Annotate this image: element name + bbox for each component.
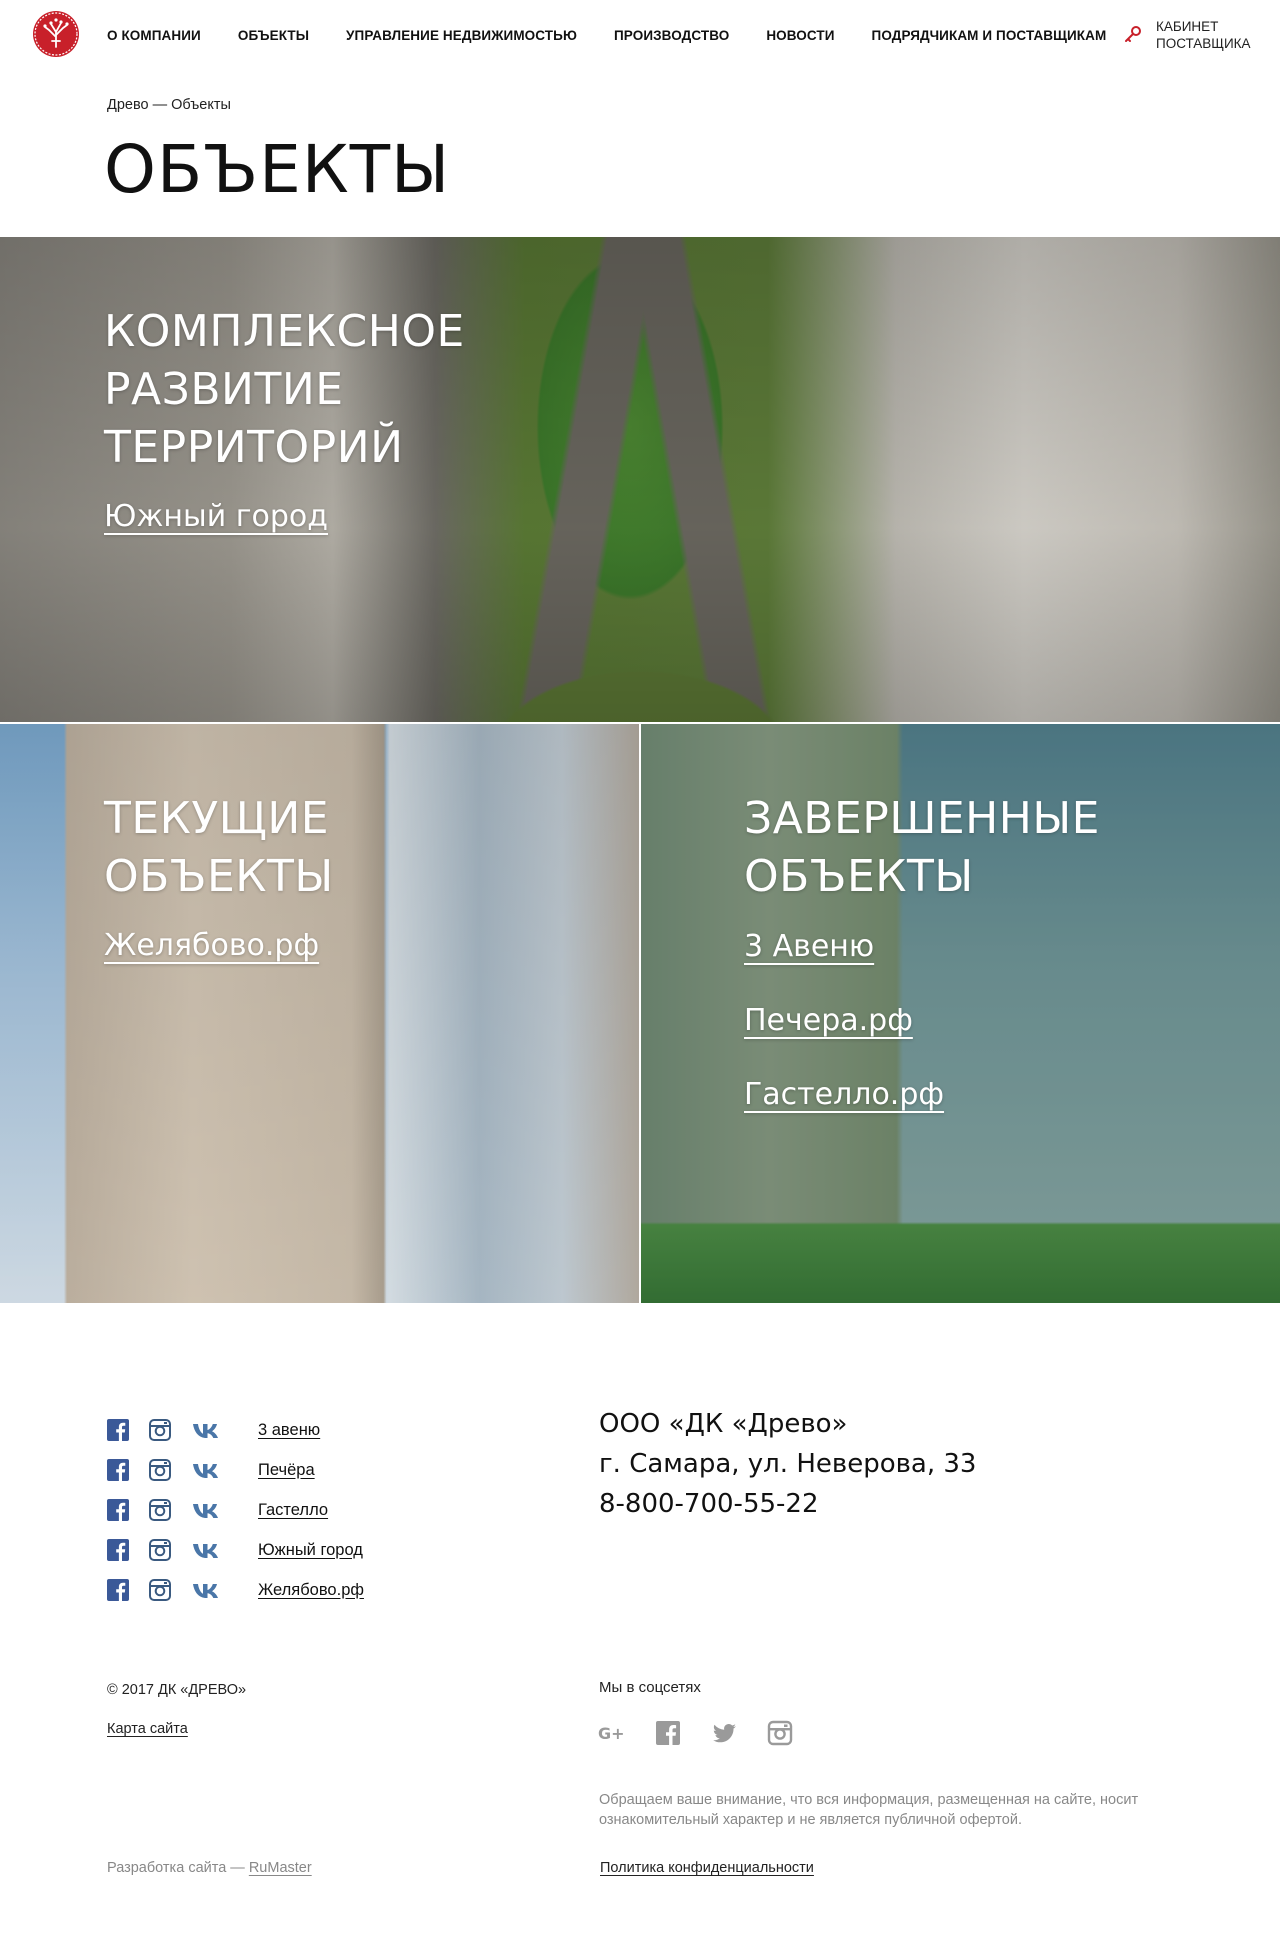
company-info: ООО «ДК «Древо» г. Самара, ул. Неверова,… — [599, 1404, 976, 1524]
site-header: О КОМПАНИИ ОБЪЕКТЫ УПРАВЛЕНИЕ НЕДВИЖИМОС… — [0, 0, 1280, 72]
copyright: © 2017 ДК «ДРЕВО» — [107, 1682, 247, 1698]
social-link-gastello[interactable]: Гастелло — [258, 1501, 328, 1520]
company-phone[interactable]: 8-800-700-55-22 — [599, 1484, 976, 1524]
nav-item-objects[interactable]: ОБЪЕКТЫ — [238, 28, 309, 43]
breadcrumb[interactable]: Древо — Объекты — [107, 97, 231, 113]
facebook-icon[interactable] — [107, 1579, 129, 1601]
social-link-3-avenue[interactable]: 3 авеню — [258, 1421, 320, 1440]
vk-icon[interactable] — [191, 1539, 225, 1561]
nav-item-production[interactable]: ПРОИЗВОДСТВО — [614, 28, 729, 43]
social-link-zhelyabovo[interactable]: Желябово.рф — [258, 1581, 364, 1600]
social-title: Мы в соцсетях — [599, 1679, 701, 1696]
list-item: Желябово.рф — [107, 1570, 364, 1610]
vk-icon[interactable] — [191, 1459, 225, 1481]
completed-objects-block: ЗАВЕРШЕННЫЕ ОБЪЕКТЫ 3 Авеню Печера.рф Га… — [641, 724, 1280, 1303]
google-plus-icon[interactable]: G+ — [598, 1719, 626, 1747]
territory-heading: КОМПЛЕКСНОЕ РАЗВИТИЕ ТЕРРИТОРИЙ — [104, 306, 465, 473]
facebook-icon[interactable] — [107, 1459, 129, 1481]
project-link-pechera[interactable]: Печера.рф — [744, 1002, 1164, 1039]
tree-logo-icon[interactable] — [33, 11, 79, 57]
developer-link[interactable]: RuMaster — [249, 1860, 312, 1876]
sitemap-link[interactable]: Карта сайта — [107, 1721, 188, 1737]
twitter-icon[interactable] — [710, 1719, 738, 1747]
key-icon — [1122, 23, 1144, 45]
project-link-zhelyabovo[interactable]: Желябово.рф — [104, 928, 404, 963]
nav-item-property-management[interactable]: УПРАВЛЕНИЕ НЕДВИЖИМОСТЬЮ — [346, 28, 577, 43]
vk-icon[interactable] — [191, 1579, 225, 1601]
instagram-icon[interactable] — [149, 1419, 171, 1441]
social-link-pechera[interactable]: Печёра — [258, 1461, 315, 1480]
territory-content: КОМПЛЕКСНОЕ РАЗВИТИЕ ТЕРРИТОРИЙ Южный го… — [104, 303, 524, 534]
list-item: Гастелло — [107, 1490, 364, 1530]
company-address: г. Самара, ул. Неверова, 33 — [599, 1449, 977, 1479]
territory-development-block: КОМПЛЕКСНОЕ РАЗВИТИЕ ТЕРРИТОРИЙ Южный го… — [0, 237, 1280, 722]
company-name: ООО «ДК «Древо» — [599, 1409, 848, 1439]
developer-prefix: Разработка сайта — — [107, 1860, 249, 1876]
instagram-icon[interactable] — [149, 1499, 171, 1521]
supplier-cabinet-link[interactable]: КАБИНЕТ ПОСТАВЩИКА — [1122, 18, 1276, 52]
facebook-icon[interactable] — [107, 1499, 129, 1521]
legal-notice: Обращаем ваше внимание, что вся информац… — [599, 1792, 1139, 1828]
completed-content: ЗАВЕРШЕННЫЕ ОБЪЕКТЫ 3 Авеню Печера.рф Га… — [744, 790, 1164, 1150]
current-objects-block: ТЕКУЩИЕ ОБЪЕКТЫ Желябово.рф — [0, 724, 639, 1303]
developer-credit: Разработка сайта — RuMaster — [107, 1860, 312, 1876]
list-item: 3 авеню — [107, 1410, 364, 1450]
instagram-icon[interactable] — [149, 1459, 171, 1481]
nav-item-news[interactable]: НОВОСТИ — [766, 28, 834, 43]
company-social-icons: G+ — [598, 1719, 822, 1747]
project-link-gastello[interactable]: Гастелло.рф — [744, 1076, 1164, 1113]
privacy-policy-link[interactable]: Политика конфиденциальности — [600, 1860, 814, 1876]
facebook-icon[interactable] — [107, 1419, 129, 1441]
instagram-icon[interactable] — [766, 1719, 794, 1747]
current-content: ТЕКУЩИЕ ОБЪЕКТЫ Желябово.рф — [104, 790, 404, 963]
svg-text:G+: G+ — [598, 1724, 625, 1743]
cabinet-label: КАБИНЕТ ПОСТАВЩИКА — [1156, 19, 1251, 51]
nav-item-about[interactable]: О КОМПАНИИ — [107, 28, 201, 43]
main-nav: О КОМПАНИИ ОБЪЕКТЫ УПРАВЛЕНИЕ НЕДВИЖИМОС… — [107, 28, 1106, 43]
facebook-icon[interactable] — [654, 1719, 682, 1747]
social-link-yuzhny-gorod[interactable]: Южный город — [258, 1541, 363, 1560]
project-social-list: 3 авеню Печёра Гастелло Южный город Желя… — [107, 1410, 364, 1610]
nav-item-contractors[interactable]: ПОДРЯДЧИКАМ И ПОСТАВЩИКАМ — [872, 28, 1107, 43]
completed-heading: ЗАВЕРШЕННЫЕ ОБЪЕКТЫ — [744, 793, 1100, 902]
instagram-icon[interactable] — [149, 1579, 171, 1601]
current-heading: ТЕКУЩИЕ ОБЪЕКТЫ — [104, 793, 334, 902]
vk-icon[interactable] — [191, 1499, 225, 1521]
facebook-icon[interactable] — [107, 1539, 129, 1561]
page-title: ОБЪЕКТЫ — [104, 131, 451, 208]
completed-links: 3 Авеню Печера.рф Гастелло.рф — [744, 928, 1164, 1113]
instagram-icon[interactable] — [149, 1539, 171, 1561]
list-item: Печёра — [107, 1450, 364, 1490]
list-item: Южный город — [107, 1530, 364, 1570]
vk-icon[interactable] — [191, 1419, 225, 1441]
project-link-3-avenue[interactable]: 3 Авеню — [744, 928, 1164, 965]
project-link-yuzhny-gorod[interactable]: Южный город — [104, 499, 524, 534]
